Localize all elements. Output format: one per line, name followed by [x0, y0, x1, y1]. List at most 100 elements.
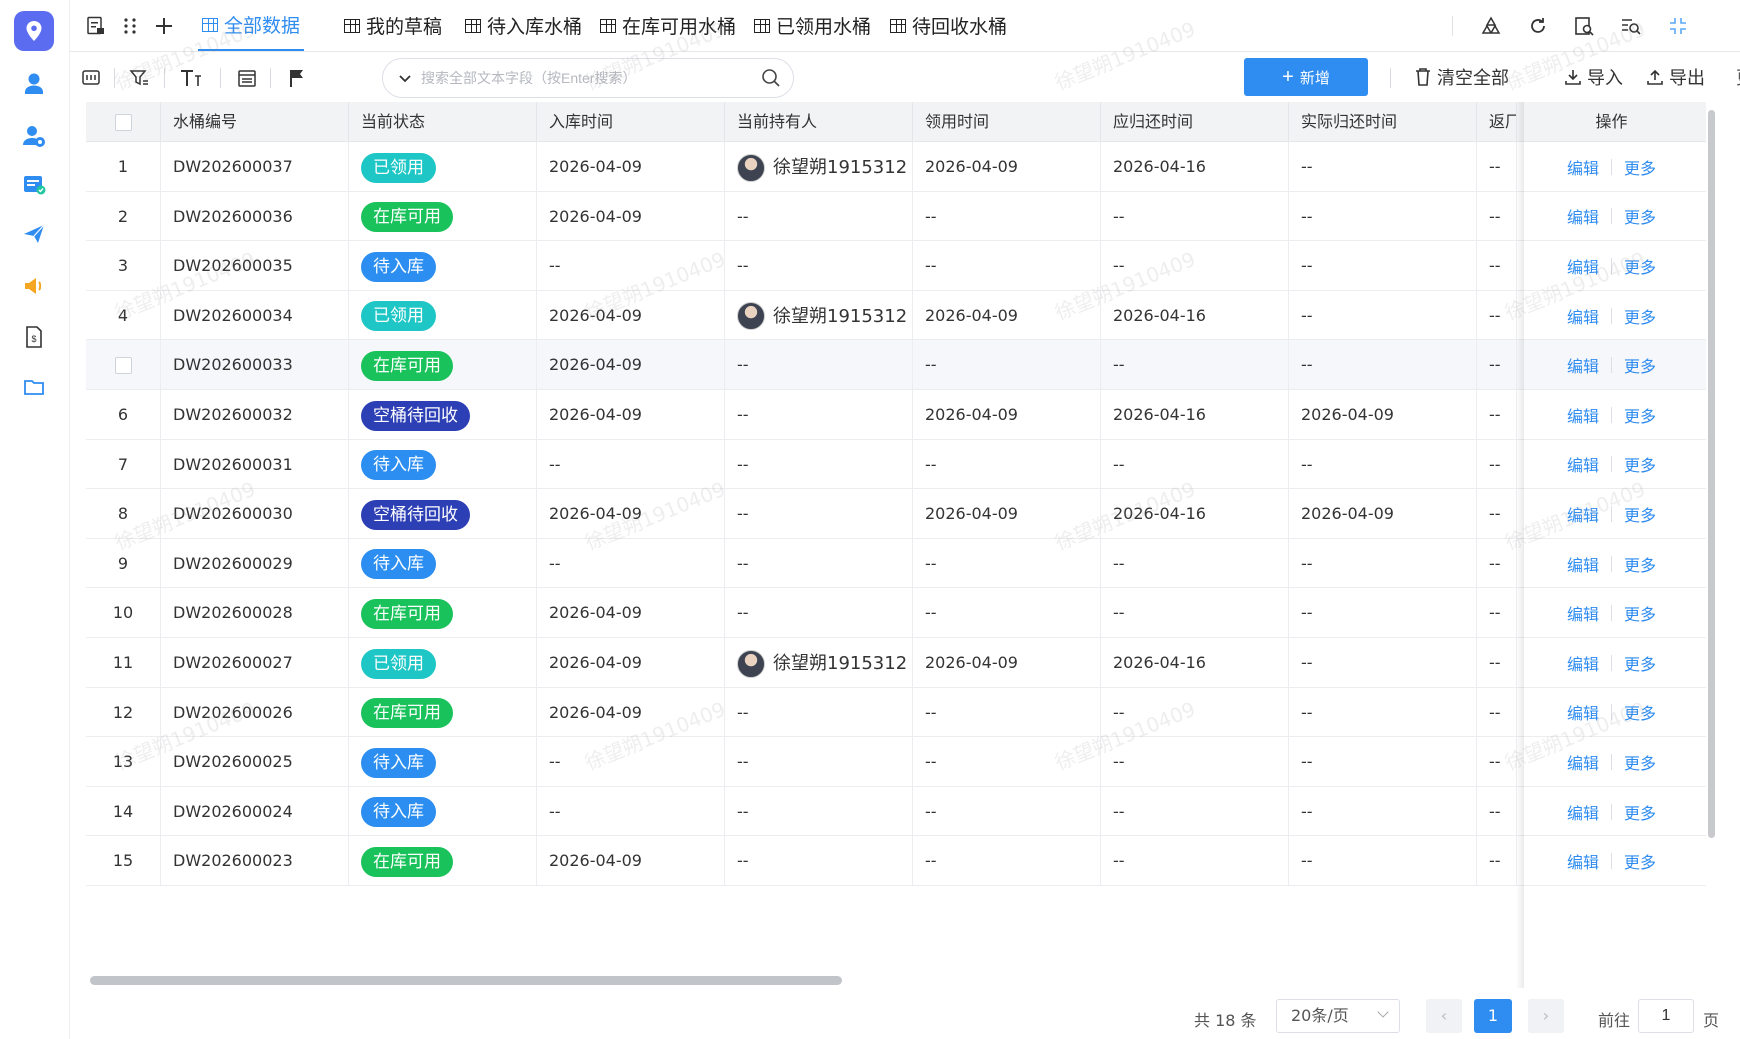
more-link[interactable]: 更多 — [1624, 800, 1656, 824]
horizontal-scrollbar[interactable] — [90, 976, 842, 985]
edit-link[interactable]: 编辑 — [1567, 651, 1599, 675]
more-link[interactable]: 更多 — [1624, 750, 1656, 774]
flag-icon[interactable] — [284, 65, 310, 91]
card-check-icon[interactable] — [20, 171, 48, 199]
goto-page-input[interactable] — [1638, 999, 1694, 1033]
more-link[interactable]: 更多 — [1624, 502, 1656, 526]
table-row[interactable]: 15 DW202600023 在库可用 2026-04-09 -- -- -- -- -- 编辑更… — [86, 836, 1706, 886]
table-row[interactable]: 2 DW202600036 在库可用 2026-04-09 -- -- -- -- -- 编辑 更多 — [86, 191, 1706, 242]
next-page-button[interactable]: › — [1528, 999, 1564, 1033]
chevron-down-icon[interactable] — [397, 70, 413, 86]
recycle-icon[interactable] — [1477, 12, 1505, 40]
folder-icon[interactable] — [20, 373, 48, 401]
table-row[interactable]: 4 DW202600034 已领用 2026-04-09 徐望朔1915312 2026-… — [86, 290, 1706, 341]
holder-chip[interactable]: 徐望朔1915312 — [737, 143, 907, 192]
refresh-icon[interactable] — [1524, 12, 1552, 40]
collapse-icon[interactable] — [1664, 12, 1692, 40]
speaker-icon[interactable] — [20, 272, 48, 300]
more-link[interactable]: 更多 — [1624, 204, 1656, 228]
add-button[interactable]: + 新增 — [1244, 58, 1368, 96]
table-row[interactable]: 12 DW202600026 在库可用 2026-04-09 -- -- -- -- -- 编辑更… — [86, 687, 1706, 738]
doc-search-icon[interactable] — [1570, 12, 1598, 40]
tab-pending-recycle[interactable]: 待回收水桶 — [890, 0, 1007, 51]
more-link[interactable]: 更多 — [1624, 155, 1656, 179]
more-link[interactable]: 更多 — [1624, 700, 1656, 724]
col-header-take-time[interactable]: 领用时间 — [913, 102, 1101, 142]
search-input[interactable] — [421, 70, 721, 86]
send-icon[interactable] — [20, 220, 48, 248]
list-search-icon[interactable] — [1617, 12, 1645, 40]
clear-all-button[interactable]: 清空全部 — [1414, 62, 1509, 92]
edit-link[interactable]: 编辑 — [1567, 155, 1599, 179]
view-settings-icon[interactable] — [78, 65, 104, 91]
col-header-holder[interactable]: 当前持有人 — [725, 102, 913, 142]
table-row[interactable]: DW202600033 在库可用 2026-04-09 -- -- -- -- -- 编辑 更多 — [86, 340, 1706, 390]
text-size-icon[interactable] — [178, 65, 204, 91]
page-number-current[interactable]: 1 — [1474, 999, 1512, 1033]
more-button[interactable]: 更多 — [1736, 62, 1740, 92]
col-header-status[interactable]: 当前状态 — [349, 102, 537, 142]
search-icon[interactable] — [761, 68, 781, 88]
edit-link[interactable]: 编辑 — [1567, 849, 1599, 873]
tab-pending-storage[interactable]: 待入库水桶 — [465, 0, 582, 51]
tab-all-data[interactable]: 全部数据 — [198, 0, 305, 51]
edit-link[interactable]: 编辑 — [1567, 800, 1599, 824]
edit-link[interactable]: 编辑 — [1567, 700, 1599, 724]
holder-chip[interactable]: 徐望朔1915312 — [737, 639, 907, 688]
filter-icon[interactable] — [126, 65, 152, 91]
edit-link[interactable]: 编辑 — [1567, 750, 1599, 774]
edit-link[interactable]: 编辑 — [1567, 353, 1599, 377]
more-link[interactable]: 更多 — [1624, 353, 1656, 377]
more-link[interactable]: 更多 — [1624, 849, 1656, 873]
user-settings-icon[interactable] — [20, 122, 48, 150]
more-link[interactable]: 更多 — [1624, 651, 1656, 675]
col-header-due-time[interactable]: 应归还时间 — [1101, 102, 1289, 142]
edit-link[interactable]: 编辑 — [1567, 254, 1599, 278]
import-button[interactable]: 导入 — [1564, 62, 1623, 92]
tab-my-drafts[interactable]: 我的草稿 — [344, 0, 442, 51]
edit-link[interactable]: 编辑 — [1567, 552, 1599, 576]
select-all[interactable] — [86, 102, 161, 142]
select-all-checkbox[interactable] — [114, 114, 132, 131]
cell-index[interactable] — [86, 340, 161, 390]
prev-page-button[interactable]: ‹ — [1426, 999, 1462, 1033]
edit-link[interactable]: 编辑 — [1567, 304, 1599, 328]
calendar-view-icon[interactable] — [234, 65, 260, 91]
table-row[interactable]: 3 DW202600035 待入库 -- -- -- -- -- -- 编辑 更多 — [86, 241, 1706, 291]
edit-link[interactable]: 编辑 — [1567, 601, 1599, 625]
col-header-in-time[interactable]: 入库时间 — [537, 102, 725, 142]
user-pin-icon[interactable] — [20, 69, 48, 97]
page-size-select[interactable]: 20条/页 — [1276, 999, 1400, 1033]
more-link[interactable]: 更多 — [1624, 452, 1656, 476]
table-row[interactable]: 14 DW202600024 待入库 -- -- -- -- -- -- 编辑 更多 — [86, 786, 1706, 837]
col-header-return-time[interactable]: 实际归还时间 — [1289, 102, 1477, 142]
tab-taken[interactable]: 已领用水桶 — [754, 0, 871, 51]
table-row[interactable]: 11 DW202600027 已领用 2026-04-09 徐望朔1915312 2026… — [86, 638, 1706, 688]
form-lock-icon[interactable] — [82, 12, 110, 40]
table-row[interactable]: 13 DW202600025 待入库 -- -- -- -- -- -- 编辑 更多 — [86, 737, 1706, 787]
edit-link[interactable]: 编辑 — [1567, 502, 1599, 526]
row-checkbox[interactable] — [114, 357, 132, 375]
more-link[interactable]: 更多 — [1624, 254, 1656, 278]
col-header-code[interactable]: 水桶编号 — [161, 102, 349, 142]
more-link[interactable]: 更多 — [1624, 552, 1656, 576]
edit-link[interactable]: 编辑 — [1567, 403, 1599, 427]
col-header-factory[interactable]: 返厂 — [1477, 102, 1517, 142]
table-row[interactable]: 1 DW202600037 已领用 2026-04-09 徐望朔1915312 2026-… — [86, 142, 1706, 192]
table-row[interactable]: 8 DW202600030 空桶待回收 2026-04-09 -- 2026-04-09 2… — [86, 489, 1706, 539]
more-link[interactable]: 更多 — [1624, 403, 1656, 427]
table-row[interactable]: 6 DW202600032 空桶待回收 2026-04-09 -- 2026-04-09 2… — [86, 390, 1706, 440]
edit-link[interactable]: 编辑 — [1567, 452, 1599, 476]
edit-link[interactable]: 编辑 — [1567, 204, 1599, 228]
tab-in-stock[interactable]: 在库可用水桶 — [600, 0, 736, 51]
table-row[interactable]: 7 DW202600031 待入库 -- -- -- -- -- -- 编辑 更多 — [86, 439, 1706, 490]
more-link[interactable]: 更多 — [1624, 601, 1656, 625]
holder-chip[interactable]: 徐望朔1915312 — [737, 292, 907, 341]
location-pin-icon[interactable] — [14, 11, 54, 51]
table-row[interactable]: 10 DW202600028 在库可用 2026-04-09 -- -- -- -- -- 编辑更… — [86, 588, 1706, 638]
dollar-doc-icon[interactable]: $ — [20, 323, 48, 351]
vertical-scrollbar[interactable] — [1708, 110, 1715, 838]
drag-handle-icon[interactable] — [116, 12, 144, 40]
export-button[interactable]: 导出 — [1646, 62, 1705, 92]
add-view-icon[interactable] — [150, 12, 178, 40]
